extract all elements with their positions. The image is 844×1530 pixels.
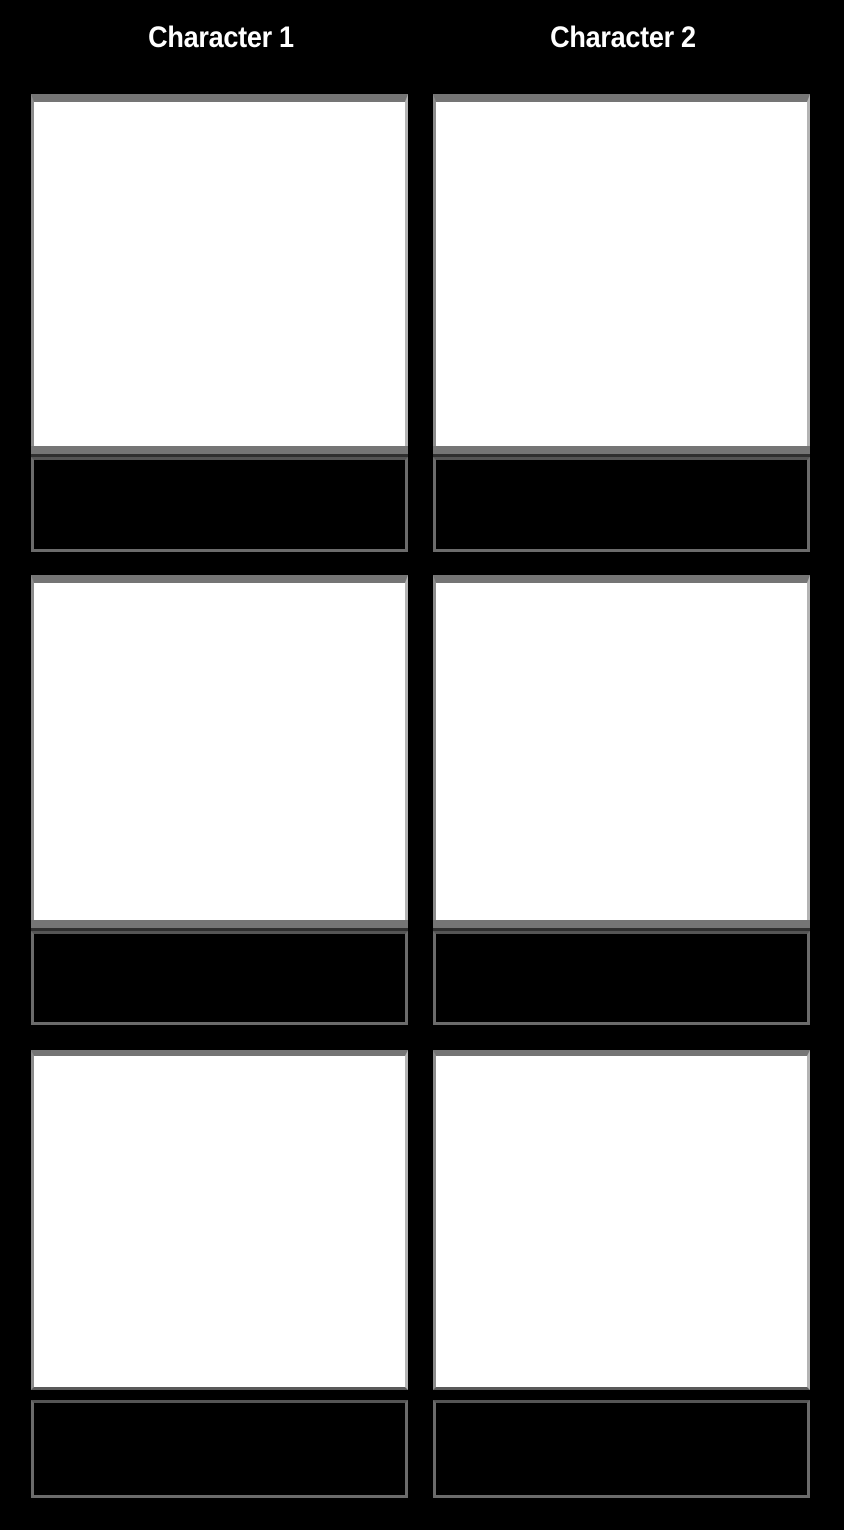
caption-text (42, 466, 397, 467)
caption-text (444, 466, 799, 467)
panel-artwork (436, 1056, 807, 1387)
panel-separator-band (31, 920, 408, 931)
drawing-panel[interactable] (433, 575, 810, 920)
storyboard-cell[interactable] (433, 94, 810, 552)
column-title-character-1: Character 1 (148, 21, 294, 54)
storyboard-cell[interactable] (31, 94, 408, 552)
caption-textbox[interactable] (31, 931, 408, 1025)
panel-artwork (34, 102, 405, 446)
caption-text (444, 1409, 799, 1410)
caption-textbox[interactable] (31, 1400, 408, 1498)
panel-artwork (34, 1056, 405, 1387)
drawing-panel[interactable] (31, 575, 408, 920)
panel-artwork (34, 583, 405, 920)
drawing-panel[interactable] (31, 94, 408, 446)
storyboard-cell[interactable] (31, 1050, 408, 1498)
caption-textbox[interactable] (31, 457, 408, 552)
drawing-panel[interactable] (433, 94, 810, 446)
storyboard-cell[interactable] (433, 575, 810, 1025)
drawing-panel[interactable] (433, 1050, 810, 1390)
panel-artwork (436, 583, 807, 920)
column-title-character-2: Character 2 (550, 21, 696, 54)
storyboard-grid (0, 88, 844, 1530)
caption-text (42, 940, 397, 941)
column-header-row: Character 1 Character 2 (0, 0, 844, 88)
caption-text (444, 940, 799, 941)
storyboard-canvas: Character 1 Character 2 (0, 0, 844, 1530)
panel-separator-gap (433, 1390, 810, 1400)
caption-textbox[interactable] (433, 931, 810, 1025)
panel-separator-band (433, 446, 810, 457)
panel-separator-band (31, 446, 408, 457)
panel-artwork (436, 102, 807, 446)
storyboard-cell[interactable] (31, 575, 408, 1025)
panel-separator-gap (31, 1390, 408, 1400)
drawing-panel[interactable] (31, 1050, 408, 1390)
caption-text (42, 1409, 397, 1410)
storyboard-cell[interactable] (433, 1050, 810, 1498)
panel-separator-band (433, 920, 810, 931)
caption-textbox[interactable] (433, 1400, 810, 1498)
caption-textbox[interactable] (433, 457, 810, 552)
